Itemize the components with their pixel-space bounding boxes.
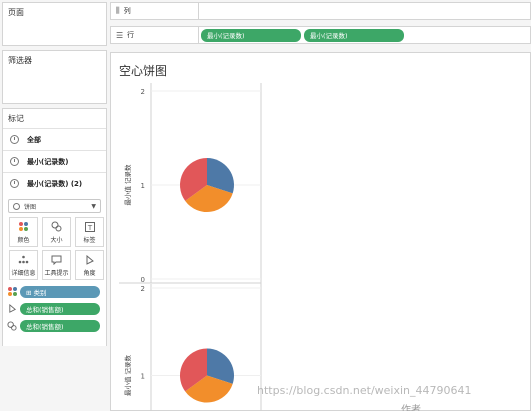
y-axis-label: 最小值 记录数	[123, 164, 132, 206]
y-tick-label: 0	[141, 276, 145, 284]
columns-shelf-label: ⫼ 列	[111, 3, 199, 19]
pie-mark-icon	[10, 157, 19, 166]
mark-field-row: ⊞ 类别	[4, 284, 108, 299]
columns-shelf[interactable]: ⫼ 列	[110, 2, 531, 20]
marks-title: 标记	[8, 114, 24, 123]
size-icon	[4, 320, 20, 331]
size-icon	[51, 221, 62, 233]
chevron-down-icon: ▼	[91, 202, 96, 210]
color-button-label: 颜色	[17, 236, 30, 244]
color-dots-icon	[19, 221, 28, 233]
detail-dots-icon	[18, 254, 29, 266]
rows-icon: ☰	[116, 30, 124, 40]
mark-type-dropdown[interactable]: 饼图 ▼	[8, 199, 101, 213]
rows-pill-min-records[interactable]: 最小(记录数)	[201, 28, 301, 42]
pie-mark-icon	[10, 135, 19, 144]
watermark: https://blog.csdn.net/weixin_44790641	[257, 384, 472, 397]
pie-chart-svg: 2 1 0 最小值 记录数 2 1 最小值 记录数	[119, 83, 262, 411]
label-icon: T	[84, 221, 95, 233]
y-axis-label: 最小值 记录数	[123, 354, 132, 396]
sum-sales-angle-pill[interactable]: 总和(销售额)	[20, 302, 100, 315]
mark-type-value: 饼图	[24, 203, 37, 211]
rows-shelf-label: ☰ 行	[111, 27, 199, 43]
filters-title: 筛选器	[8, 56, 32, 65]
mark-field-row: 总和(销售额)	[4, 301, 108, 316]
color-button[interactable]: 颜色	[9, 217, 38, 247]
view-title: 空心饼图	[119, 64, 168, 78]
size-button[interactable]: 大小	[42, 217, 71, 247]
pages-title: 页面	[8, 8, 24, 17]
watermark-author: 作者	[401, 405, 421, 411]
left-pane: 页面 筛选器 标记 全部 最小(记录数) 最小(记录数) (2) 饼图 ▼ 颜色…	[0, 0, 110, 411]
rows-shelf[interactable]: ☰ 行 最小(记录数) 最小(记录数)	[110, 26, 531, 44]
mark-field-row: 总和(销售额)	[4, 318, 108, 333]
worksheet-view: 空心饼图 2 1 0 最小值 记录数 2 1 最小值 记录数 https://blog.cs…	[110, 52, 531, 411]
marks-layer-label: 最小(记录数) (2)	[27, 179, 83, 188]
tooltip-button[interactable]: 工具提示	[42, 250, 71, 280]
y-tick-label: 2	[141, 88, 145, 96]
mark-fields: ⊞ 类别 总和(销售额) 总和(销售额)	[4, 284, 108, 335]
tooltip-icon	[51, 254, 62, 266]
sum-sales-size-pill[interactable]: 总和(销售额)	[20, 319, 100, 332]
svg-text:T: T	[86, 224, 92, 232]
pie-chart-area: 2 1 0 最小值 记录数 2 1 最小值 记录数	[119, 83, 269, 411]
angle-button-label: 角度	[83, 269, 96, 277]
rows-pill-min-records-2[interactable]: 最小(记录数)	[304, 28, 404, 42]
tooltip-button-label: 工具提示	[44, 269, 69, 277]
mark-buttons: 颜色 大小 T 标签 详细信息 工具提示 角度	[3, 217, 106, 280]
columns-label-text: 列	[123, 7, 131, 15]
angle-button[interactable]: 角度	[75, 250, 104, 280]
columns-icon: ⫼	[116, 6, 120, 15]
size-button-label: 大小	[50, 236, 63, 244]
marks-layer-all[interactable]: 全部	[3, 128, 106, 150]
y-tick-label: 1	[141, 182, 145, 190]
y-tick-label: 1	[141, 373, 145, 381]
detail-button[interactable]: 详细信息	[9, 250, 38, 280]
shelves: ⫼ 列 ☰ 行 最小(记录数) 最小(记录数)	[110, 2, 531, 50]
rows-pills: 最小(记录数) 最小(记录数)	[199, 28, 404, 42]
angle-icon	[85, 254, 95, 266]
filters-card[interactable]: 筛选器	[2, 50, 107, 104]
label-button[interactable]: T 标签	[75, 217, 104, 247]
marks-layer-label: 全部	[27, 135, 41, 144]
marks-layer-min-records-2[interactable]: 最小(记录数) (2)	[3, 172, 106, 194]
marks-layer-label: 最小(记录数)	[27, 157, 69, 166]
color-dots-icon	[4, 287, 20, 296]
y-tick-label: 2	[141, 285, 145, 293]
detail-button-label: 详细信息	[11, 269, 36, 277]
pages-card[interactable]: 页面	[2, 2, 107, 46]
category-pill[interactable]: ⊞ 类别	[20, 285, 100, 298]
marks-layer-min-records[interactable]: 最小(记录数)	[3, 150, 106, 172]
label-button-label: 标签	[83, 236, 96, 244]
rows-label-text: 行	[127, 31, 135, 39]
angle-icon	[4, 304, 20, 313]
pie-mark-icon	[13, 202, 20, 210]
pie-mark-icon	[10, 179, 19, 188]
